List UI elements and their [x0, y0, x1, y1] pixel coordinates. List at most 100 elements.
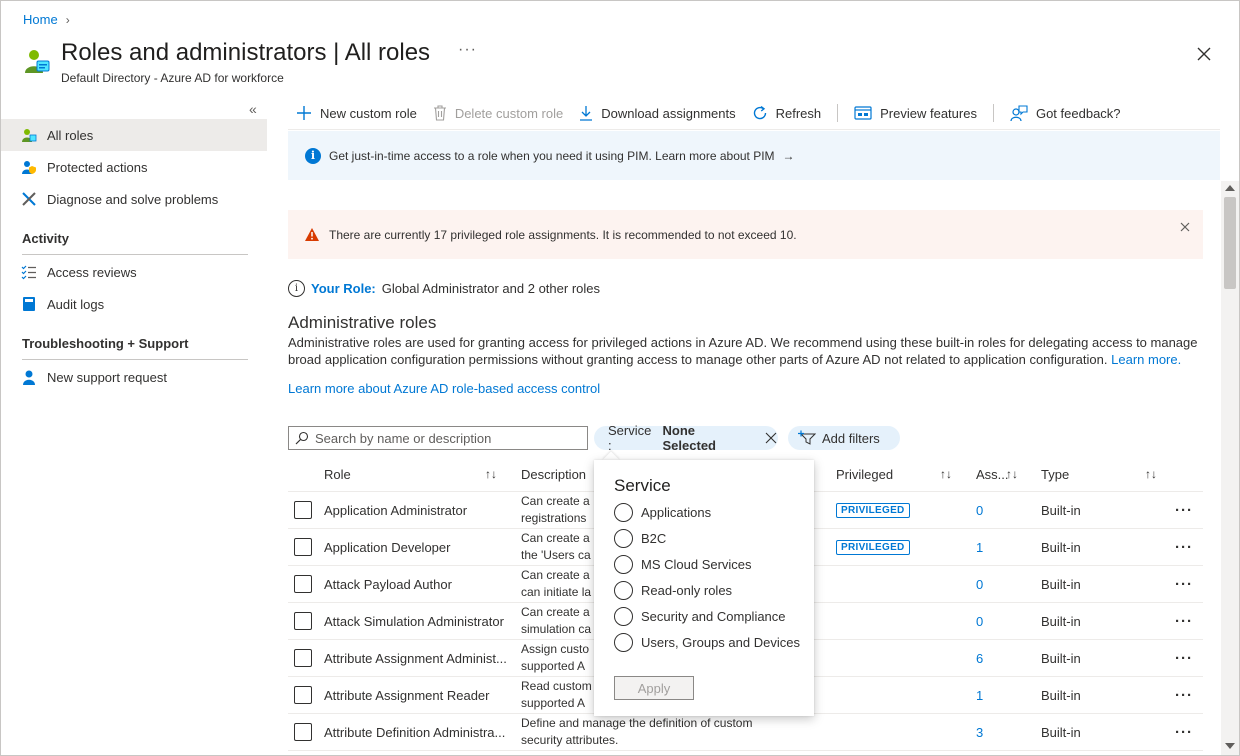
info-circle-icon: i: [288, 280, 305, 297]
row-checkbox[interactable]: [294, 686, 312, 704]
toolbar-divider: [992, 104, 994, 122]
radio-button[interactable]: [614, 503, 633, 522]
service-filter-pill[interactable]: Service : None Selected: [594, 423, 778, 453]
row-more-icon[interactable]: ···: [1175, 566, 1193, 602]
toolbar-rule: [288, 129, 1220, 130]
radio-button[interactable]: [614, 607, 633, 626]
assignments-count[interactable]: 0: [976, 492, 983, 528]
close-icon[interactable]: [1194, 44, 1214, 64]
plus-icon: [297, 106, 311, 120]
service-option-security[interactable]: Security and Compliance: [614, 607, 786, 626]
sort-icon[interactable]: ↑↓: [485, 457, 497, 491]
search-input[interactable]: Search by name or description: [288, 426, 588, 450]
radio-button[interactable]: [614, 555, 633, 574]
radio-button[interactable]: [614, 633, 633, 652]
row-more-icon[interactable]: ···: [1175, 640, 1193, 676]
role-name[interactable]: Attribute Assignment Reader: [324, 677, 489, 713]
row-checkbox[interactable]: [294, 649, 312, 667]
sidebar-item-label: Audit logs: [47, 296, 105, 312]
preview-features-label: Preview features: [880, 105, 977, 121]
sidebar-item-all-roles[interactable]: All roles: [1, 119, 267, 151]
description-line: supported A: [521, 659, 586, 673]
sort-icon[interactable]: ↑↓: [1006, 457, 1018, 491]
breadcrumb-home-link[interactable]: Home: [23, 12, 58, 27]
info-icon: i: [305, 147, 321, 164]
row-checkbox[interactable]: [294, 538, 312, 556]
window: Home › Roles and administrators | All ro…: [0, 0, 1240, 756]
role-name[interactable]: Attribute Assignment Administ...: [324, 640, 507, 676]
new-custom-role-button[interactable]: New custom role: [288, 105, 425, 121]
delete-custom-role-button[interactable]: Delete custom role: [425, 105, 571, 121]
sidebar-item-new-support-request[interactable]: New support request: [1, 361, 267, 393]
download-assignments-button[interactable]: Download assignments: [571, 105, 743, 121]
scroll-down-icon[interactable]: [1225, 743, 1235, 749]
row-more-icon[interactable]: ···: [1175, 529, 1193, 565]
refresh-button[interactable]: Refresh: [744, 105, 830, 121]
table-row[interactable]: Attribute Definition Administra... Defin…: [288, 714, 1203, 751]
row-more-icon[interactable]: ···: [1175, 492, 1193, 528]
add-filters-button[interactable]: Add filters: [788, 426, 900, 450]
assignments-count[interactable]: 1: [976, 529, 983, 565]
service-option-read-only[interactable]: Read-only roles: [614, 581, 732, 600]
option-label: MS Cloud Services: [641, 557, 752, 572]
role-name[interactable]: Application Developer: [324, 529, 450, 565]
sort-icon[interactable]: ↑↓: [1145, 457, 1157, 491]
sidebar-item-audit-logs[interactable]: Audit logs: [1, 288, 267, 320]
radio-button[interactable]: [614, 529, 633, 548]
col-privileged[interactable]: Privileged: [836, 457, 893, 491]
pim-info-banner[interactable]: i Get just-in-time access to a role when…: [288, 131, 1220, 180]
sidebar-item-diagnose[interactable]: Diagnose and solve problems: [1, 183, 267, 215]
got-feedback-button[interactable]: Got feedback?: [1002, 105, 1129, 121]
assignments-count[interactable]: 3: [976, 714, 983, 750]
col-type[interactable]: Type: [1041, 457, 1069, 491]
row-checkbox[interactable]: [294, 612, 312, 630]
radio-button[interactable]: [614, 581, 633, 600]
row-checkbox[interactable]: [294, 501, 312, 519]
learn-more-link[interactable]: Learn more.: [1111, 352, 1181, 367]
service-option-applications[interactable]: Applications: [614, 503, 711, 522]
option-label: B2C: [641, 531, 667, 546]
row-checkbox[interactable]: [294, 575, 312, 593]
row-more-icon[interactable]: ···: [1175, 677, 1193, 713]
scroll-up-icon[interactable]: [1225, 185, 1235, 191]
download-icon: [580, 106, 593, 121]
assignments-count[interactable]: 1: [976, 677, 983, 713]
row-checkbox[interactable]: [294, 723, 312, 741]
col-description[interactable]: Description: [521, 457, 586, 491]
role-name[interactable]: Attribute Definition Administra...: [324, 714, 505, 750]
assignments-count[interactable]: 0: [976, 603, 983, 639]
refresh-label: Refresh: [775, 105, 822, 121]
service-option-users-groups[interactable]: Users, Groups and Devices: [614, 633, 800, 652]
service-filter-popup: Service Applications B2C MS Cloud Servic…: [594, 460, 814, 716]
preview-features-button[interactable]: Preview features: [846, 105, 985, 121]
clear-filter-icon[interactable]: [764, 431, 778, 445]
description-line: Can create a: [521, 605, 590, 619]
col-role[interactable]: Role: [324, 457, 351, 491]
sort-icon[interactable]: ↑↓: [940, 457, 952, 491]
service-option-b2c[interactable]: B2C: [614, 529, 666, 548]
description-line: can initiate la: [521, 585, 592, 599]
assignments-count[interactable]: 6: [976, 640, 983, 676]
service-option-ms-cloud[interactable]: MS Cloud Services: [614, 555, 752, 574]
description-line: security attributes.: [521, 733, 619, 747]
sidebar-item-access-reviews[interactable]: Access reviews: [1, 256, 267, 288]
apply-button[interactable]: Apply: [614, 676, 694, 700]
assignments-count[interactable]: 0: [976, 566, 983, 602]
learn-rbac-link[interactable]: Learn more about Azure AD role-based acc…: [288, 381, 600, 396]
col-assignments[interactable]: Ass...: [976, 457, 1009, 491]
collapse-sidebar-icon[interactable]: «: [249, 101, 257, 117]
your-role: i Your Role: Global Administrator and 2 …: [288, 280, 600, 297]
dismiss-warning-icon[interactable]: [1179, 221, 1191, 233]
role-name[interactable]: Attack Simulation Administrator: [324, 603, 504, 639]
row-more-icon[interactable]: ···: [1175, 714, 1193, 750]
privileged-warning-banner: There are currently 17 privileged role a…: [288, 210, 1203, 259]
scrollbar-thumb[interactable]: [1224, 197, 1236, 289]
vertical-scrollbar[interactable]: [1221, 181, 1239, 755]
option-label: Security and Compliance: [641, 609, 786, 624]
sidebar-item-protected-actions[interactable]: Protected actions: [1, 151, 267, 183]
role-name[interactable]: Application Administrator: [324, 492, 467, 528]
more-options-icon[interactable]: ···: [458, 41, 477, 59]
role-name[interactable]: Attack Payload Author: [324, 566, 452, 602]
delete-custom-role-label: Delete custom role: [454, 105, 564, 121]
row-more-icon[interactable]: ···: [1175, 603, 1193, 639]
